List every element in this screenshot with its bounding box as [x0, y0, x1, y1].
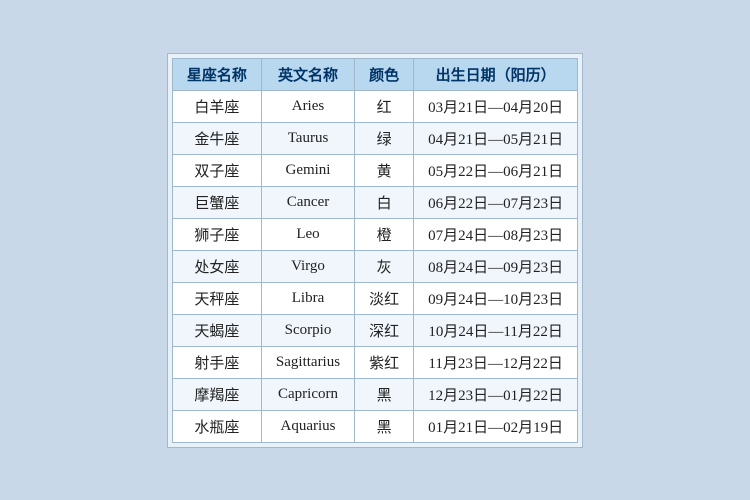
table-cell-2-1: Gemini	[261, 154, 354, 186]
table-row: 双子座Gemini黄05月22日—06月21日	[172, 154, 577, 186]
table-cell-5-0: 处女座	[172, 250, 261, 282]
table-row: 白羊座Aries红03月21日—04月20日	[172, 90, 577, 122]
table-cell-4-0: 狮子座	[172, 218, 261, 250]
table-row: 天秤座Libra淡红09月24日—10月23日	[172, 282, 577, 314]
table-body: 白羊座Aries红03月21日—04月20日金牛座Taurus绿04月21日—0…	[172, 90, 577, 442]
table-cell-6-0: 天秤座	[172, 282, 261, 314]
table-cell-7-2: 深红	[355, 314, 414, 346]
table-cell-3-2: 白	[355, 186, 414, 218]
table-cell-1-2: 绿	[355, 122, 414, 154]
table-cell-5-1: Virgo	[261, 250, 354, 282]
table-cell-2-2: 黄	[355, 154, 414, 186]
table-cell-6-1: Libra	[261, 282, 354, 314]
table-row: 天蝎座Scorpio深红10月24日—11月22日	[172, 314, 577, 346]
table-cell-4-1: Leo	[261, 218, 354, 250]
table-cell-1-0: 金牛座	[172, 122, 261, 154]
table-cell-10-1: Aquarius	[261, 410, 354, 442]
table-cell-7-1: Scorpio	[261, 314, 354, 346]
table-row: 摩羯座Capricorn黑12月23日—01月22日	[172, 378, 577, 410]
table-cell-10-3: 01月21日—02月19日	[414, 410, 578, 442]
table-cell-1-1: Taurus	[261, 122, 354, 154]
table-header-0: 星座名称	[172, 58, 261, 90]
table-header-2: 颜色	[355, 58, 414, 90]
table-cell-9-3: 12月23日—01月22日	[414, 378, 578, 410]
table-cell-5-2: 灰	[355, 250, 414, 282]
table-cell-8-3: 11月23日—12月22日	[414, 346, 578, 378]
table-row: 巨蟹座Cancer白06月22日—07月23日	[172, 186, 577, 218]
table-cell-0-3: 03月21日—04月20日	[414, 90, 578, 122]
table-cell-8-1: Sagittarius	[261, 346, 354, 378]
table-cell-10-0: 水瓶座	[172, 410, 261, 442]
table-cell-10-2: 黑	[355, 410, 414, 442]
table-cell-9-0: 摩羯座	[172, 378, 261, 410]
table-cell-1-3: 04月21日—05月21日	[414, 122, 578, 154]
table-header-3: 出生日期（阳历）	[414, 58, 578, 90]
table-cell-5-3: 08月24日—09月23日	[414, 250, 578, 282]
table-cell-9-1: Capricorn	[261, 378, 354, 410]
table-row: 水瓶座Aquarius黑01月21日—02月19日	[172, 410, 577, 442]
table-cell-7-3: 10月24日—11月22日	[414, 314, 578, 346]
table-cell-2-3: 05月22日—06月21日	[414, 154, 578, 186]
table-header-row: 星座名称英文名称颜色出生日期（阳历）	[172, 58, 577, 90]
table-row: 处女座Virgo灰08月24日—09月23日	[172, 250, 577, 282]
table-cell-7-0: 天蝎座	[172, 314, 261, 346]
table-cell-0-2: 红	[355, 90, 414, 122]
table-cell-0-0: 白羊座	[172, 90, 261, 122]
table-cell-3-1: Cancer	[261, 186, 354, 218]
table-cell-3-3: 06月22日—07月23日	[414, 186, 578, 218]
table-cell-6-2: 淡红	[355, 282, 414, 314]
table-cell-4-2: 橙	[355, 218, 414, 250]
table-cell-2-0: 双子座	[172, 154, 261, 186]
table-row: 射手座Sagittarius紫红11月23日—12月22日	[172, 346, 577, 378]
table-cell-4-3: 07月24日—08月23日	[414, 218, 578, 250]
table-cell-8-2: 紫红	[355, 346, 414, 378]
table-row: 狮子座Leo橙07月24日—08月23日	[172, 218, 577, 250]
table-cell-9-2: 黑	[355, 378, 414, 410]
table-cell-8-0: 射手座	[172, 346, 261, 378]
zodiac-table-wrapper: 星座名称英文名称颜色出生日期（阳历） 白羊座Aries红03月21日—04月20…	[167, 53, 583, 448]
table-cell-0-1: Aries	[261, 90, 354, 122]
table-row: 金牛座Taurus绿04月21日—05月21日	[172, 122, 577, 154]
table-header-1: 英文名称	[261, 58, 354, 90]
zodiac-table: 星座名称英文名称颜色出生日期（阳历） 白羊座Aries红03月21日—04月20…	[172, 58, 578, 443]
table-cell-6-3: 09月24日—10月23日	[414, 282, 578, 314]
table-cell-3-0: 巨蟹座	[172, 186, 261, 218]
